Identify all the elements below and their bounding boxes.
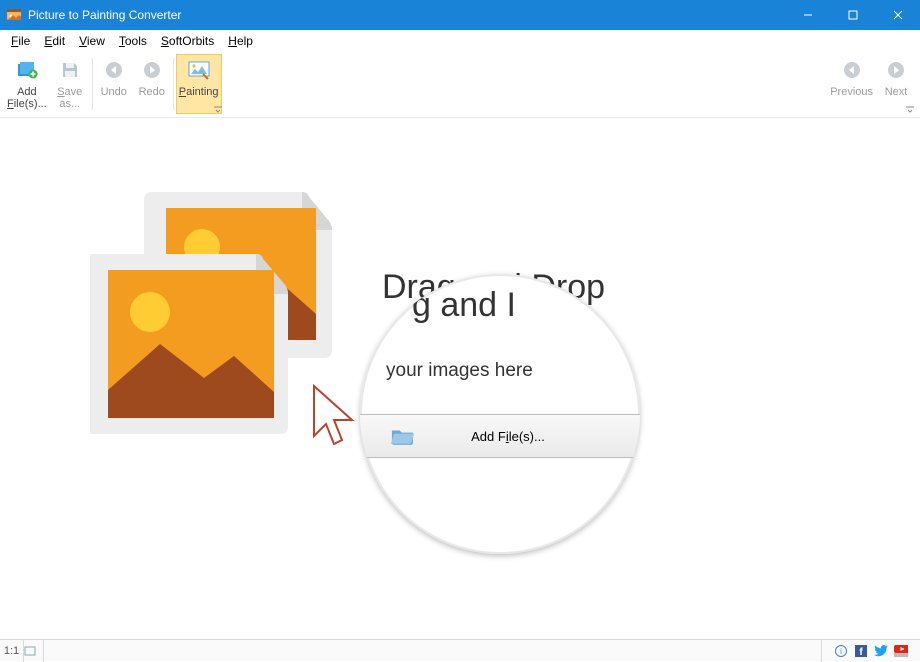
menu-help[interactable]: Help: [221, 32, 260, 50]
ribbon-add-files[interactable]: AddFile(s)...: [4, 54, 50, 114]
ribbon-previous[interactable]: Previous: [827, 54, 876, 114]
ribbon-undo[interactable]: Undo: [95, 54, 133, 114]
ribbon-saveas-label2: as...: [59, 98, 80, 110]
info-icon[interactable]: i: [834, 644, 848, 658]
save-icon: [58, 58, 82, 82]
magnifier-text-main: g and I: [412, 286, 516, 325]
arrow-left-icon: [840, 58, 864, 82]
menu-view[interactable]: View: [72, 32, 112, 50]
minimize-button[interactable]: [785, 0, 830, 30]
svg-text:i: i: [840, 647, 842, 656]
statusbar: 1:1 i f: [0, 639, 920, 661]
undo-icon: [102, 58, 126, 82]
redo-icon: [140, 58, 164, 82]
painting-icon: [187, 58, 211, 82]
ribbon-separator: [173, 58, 174, 110]
magnifier-add-files-button[interactable]: Add File(s)...: [360, 414, 640, 458]
magnifier-text-sub: your images here: [386, 360, 533, 382]
window-title: Picture to Painting Converter: [28, 8, 785, 22]
workspace[interactable]: Drag and Drop your images here Add File(…: [0, 118, 920, 639]
titlebar: Picture to Painting Converter: [0, 0, 920, 30]
ribbon-redo-label: Redo: [139, 86, 165, 98]
close-button[interactable]: [875, 0, 920, 30]
menu-tools[interactable]: Tools: [112, 32, 154, 50]
ribbon-save-as[interactable]: Saveas...: [50, 54, 90, 114]
ribbon-redo[interactable]: Redo: [133, 54, 171, 114]
ribbon-next-label: Next: [885, 86, 908, 98]
ribbon-overflow[interactable]: [904, 103, 916, 115]
ribbon-add-files-label1: Add: [17, 86, 37, 98]
menubar: File Edit View Tools SoftOrbits Help: [0, 30, 920, 52]
folder-open-icon: [390, 426, 416, 446]
menu-edit[interactable]: Edit: [37, 32, 72, 50]
ribbon-toolbar: AddFile(s)... Saveas... Undo Redo Painti…: [0, 52, 920, 118]
facebook-icon[interactable]: f: [854, 644, 868, 658]
magnifier-overlay: g and I your images here Add File(s)...: [360, 274, 640, 554]
magnifier-add-files-label: Add File(s)...: [416, 429, 640, 444]
ribbon-overflow[interactable]: [212, 103, 224, 115]
maximize-button[interactable]: [830, 0, 875, 30]
youtube-icon[interactable]: [894, 644, 908, 658]
ribbon-undo-label: Undo: [101, 86, 127, 98]
app-icon: [6, 7, 22, 23]
ribbon-separator: [92, 58, 93, 110]
twitter-icon[interactable]: [874, 644, 888, 658]
status-spacer: [44, 640, 822, 662]
menu-file[interactable]: File: [4, 32, 37, 50]
status-zoom[interactable]: 1:1: [0, 640, 24, 662]
add-files-icon: [15, 58, 39, 82]
cursor-icon: [308, 382, 358, 452]
status-thumb[interactable]: [24, 640, 44, 662]
menu-softorbits[interactable]: SoftOrbits: [154, 32, 221, 50]
ribbon-previous-label: Previous: [830, 86, 873, 98]
arrow-right-icon: [884, 58, 908, 82]
